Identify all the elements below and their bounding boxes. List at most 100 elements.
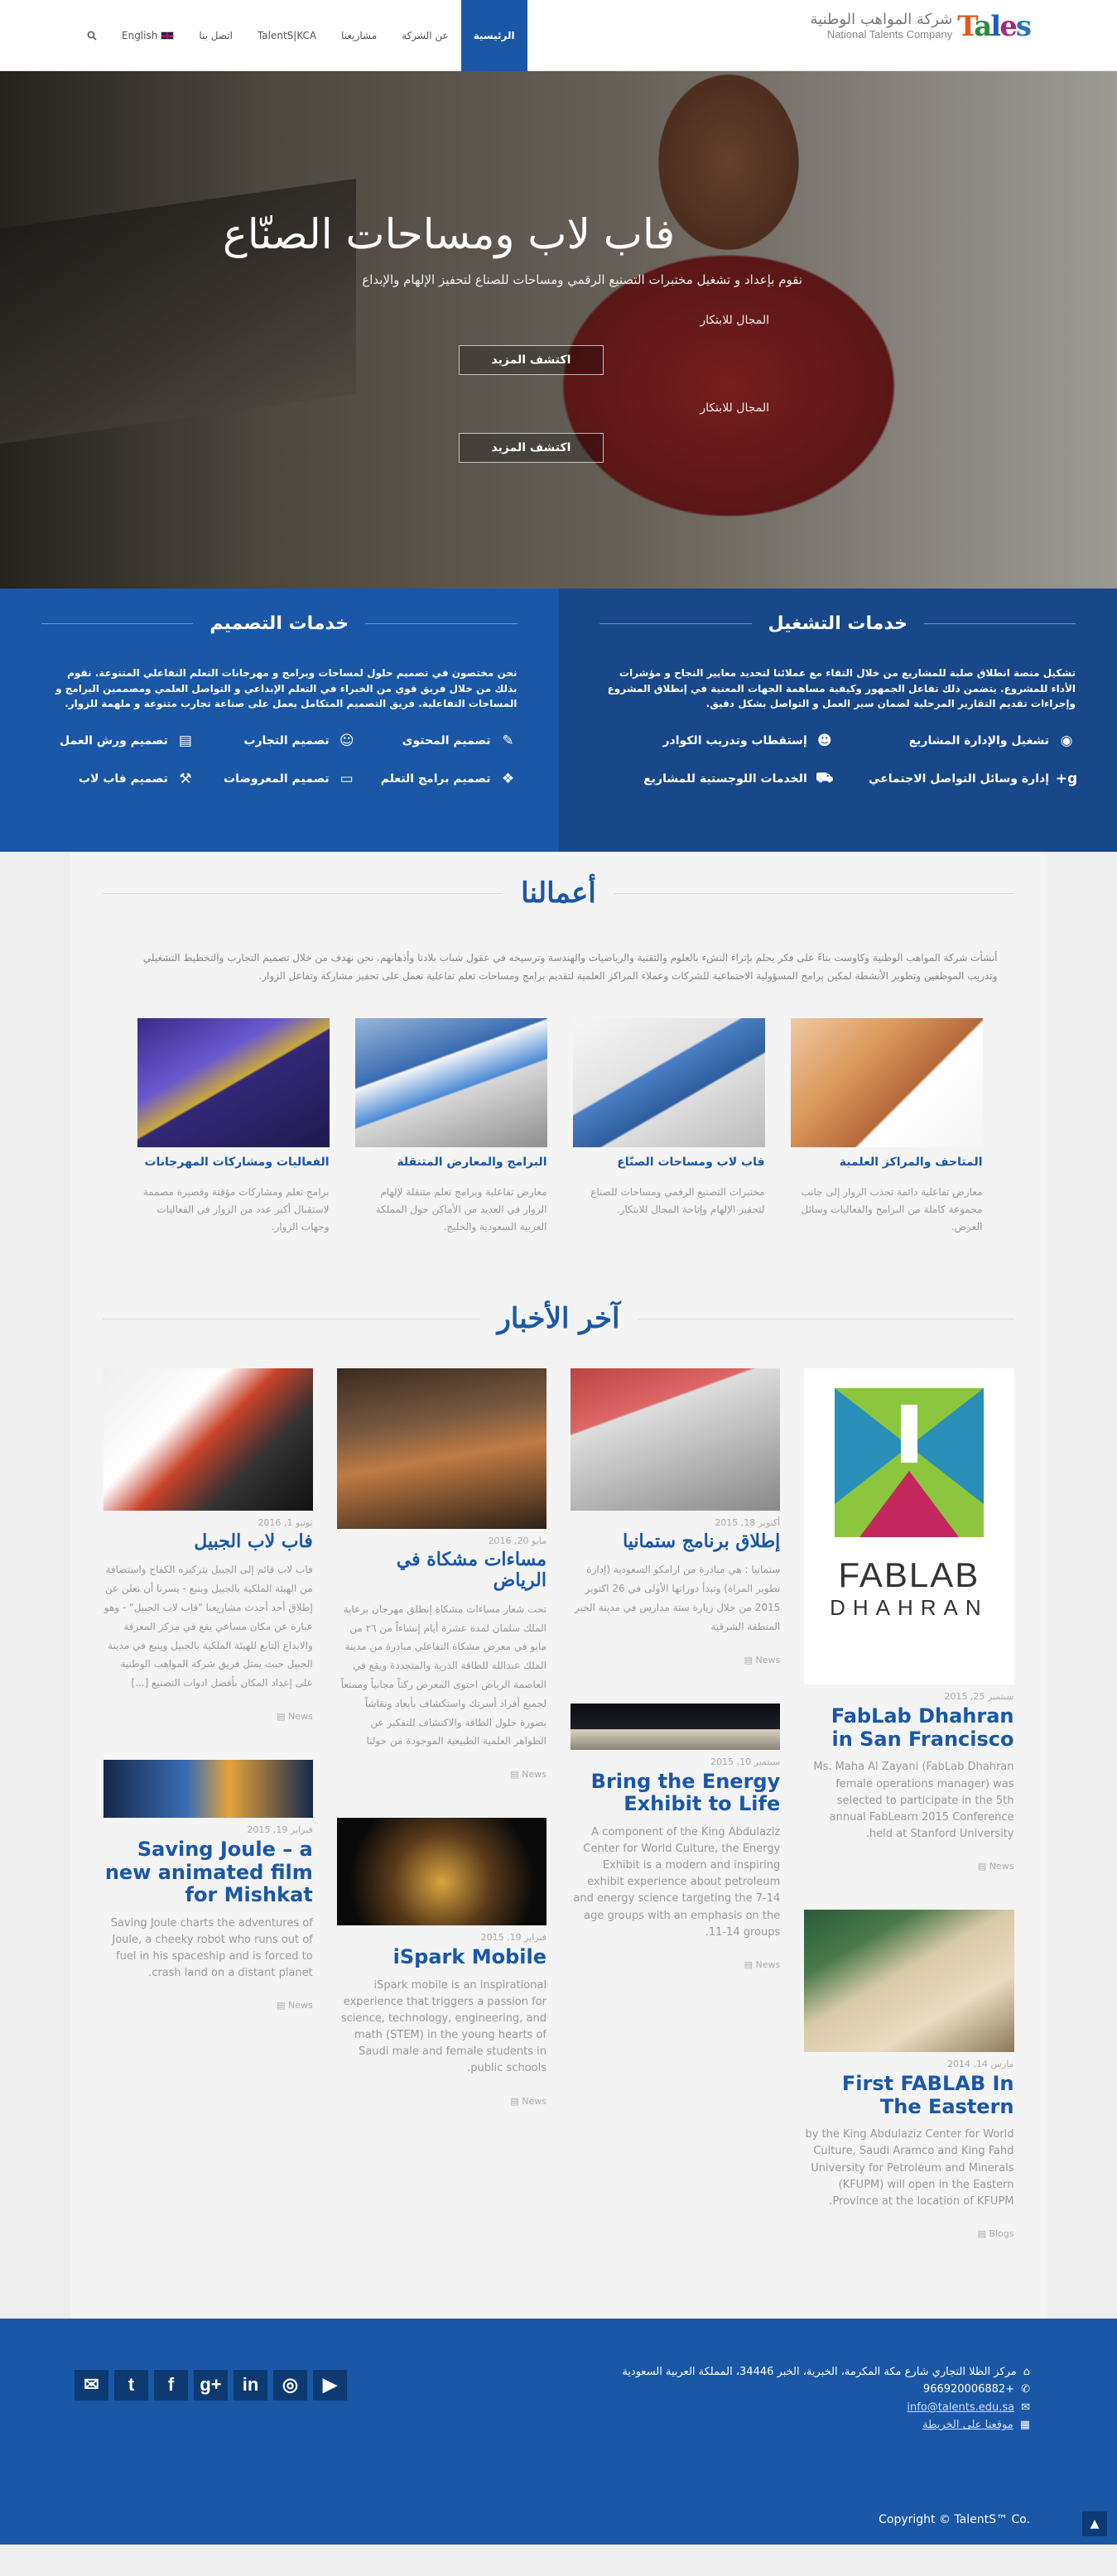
fablab-dhahran-logo[interactable]: FABLAB DHAHRAN [804, 1368, 1014, 1685]
news-category[interactable]: Blogs ▤ [804, 2228, 1014, 2239]
work-title[interactable]: فاب لاب ومساحات الصنّاع [573, 1156, 764, 1169]
nav-contact[interactable]: اتصل بنا [186, 0, 245, 71]
service-workshop-design[interactable]: ▤ تصميم ورش العمل [41, 732, 195, 750]
news-card[interactable]: FABLAB DHAHRAN سبتمبر 25, 2015 FabLab Dh… [804, 1368, 1014, 1872]
gavel-icon: ⚒ [179, 770, 192, 787]
news-date: أكتوبر 18, 2015 [715, 1517, 781, 1529]
hero-title: فاب لاب ومساحات الصنّاع [223, 210, 676, 258]
work-description: برامج تعلم ومشاركات مؤقتة وقصيرة مصممة ل… [142, 1186, 330, 1233]
operation-services: خدمات التشغيل تشكيل منصة انطلاق صلبة للم… [558, 589, 1117, 852]
facebook-icon[interactable]: f [154, 2369, 188, 2401]
news-column: مايو 20, 2016 مساءات مشكاة في الرياض تحت… [336, 1368, 546, 2277]
news-card[interactable]: مارس 14, 2014 First FABLAB In The Easter… [804, 1910, 1014, 2239]
cubes-icon: ❖ [501, 770, 515, 787]
email-icon[interactable]: ✉ [75, 2369, 108, 2401]
work-item[interactable]: فاب لاب ومساحات الصنّاع مختبرات التصنيع … [572, 1018, 765, 1236]
work-image[interactable] [354, 1018, 547, 1148]
service-learning-programs-design[interactable]: ❖ تصميم برامج التعلم [364, 770, 518, 788]
news-image[interactable] [571, 1703, 781, 1750]
service-exhibits-design[interactable]: ▭ تصميم المعروضات [203, 770, 356, 788]
service-content-design[interactable]: ✎ تصميم المحتوى [364, 732, 518, 750]
social-links: ✉ t f g+ in ◎ ▶ [75, 2369, 347, 2401]
laptop-icon: ▭ [339, 770, 354, 787]
discover-more-button-2[interactable]: اكتشف المزيد [459, 433, 604, 463]
work-image[interactable] [572, 1018, 765, 1148]
back-to-top-icon[interactable]: ▲ [1082, 2511, 1107, 2536]
service-experience-design[interactable]: ☺ تصميم التجارب [203, 732, 356, 750]
news-image[interactable] [336, 1368, 546, 1530]
service-project-operation[interactable]: ◉ تشغيل والإدارة المشاريع [842, 732, 1076, 750]
news-category[interactable]: News ▤ [571, 1959, 781, 1970]
company-logo[interactable]: Tales شركة المواهب الوطنية National Tale… [811, 10, 1032, 43]
news-title[interactable]: إطلاق برنامج ستمانيا [571, 1531, 780, 1552]
news-date: يونيو 1, 2016 [258, 1517, 313, 1529]
news-image[interactable] [103, 1760, 313, 1819]
news-title[interactable]: Saving Joule – a new animated film for M… [104, 1838, 313, 1907]
news-card[interactable]: فبراير 19, 2015 Saving Joule – a new ani… [103, 1760, 313, 2011]
news-category[interactable]: News ▤ [337, 1769, 546, 1780]
hero-field-2: المجال للابتكار [700, 401, 769, 415]
service-fablab-design[interactable]: ⚒ تصميم فاب لاب [41, 770, 195, 788]
news-title[interactable]: Bring the Energy Exhibit to Life [571, 1770, 781, 1816]
news-category[interactable]: News ▤ [337, 2096, 546, 2107]
news-image[interactable] [336, 1818, 546, 1926]
service-logistics[interactable]: ⛟ الخدمات اللوجستية للمشاريع [600, 770, 834, 788]
work-title[interactable]: المتاحف والمراكز العلمية [791, 1156, 983, 1169]
news-card[interactable]: فبراير 19, 2015 iSpark Mobile iSpark mob… [336, 1818, 546, 2107]
news-title[interactable]: FabLab Dhahran in San Francisco [804, 1704, 1014, 1751]
twitter-icon[interactable]: t [114, 2369, 148, 2401]
news-excerpt: ستمانيا : هي مبادرة من ارامكو السعودية (… [575, 1564, 781, 1632]
news-image[interactable] [103, 1368, 313, 1511]
service-social-media[interactable]: g+ إدارة وسائل التواصل الاجتماعي [842, 770, 1077, 788]
service-staff-training[interactable]: ☻ إستقطاب وتدريب الكوادر [600, 732, 834, 750]
design-services-description: نحن مختصون في تصميم حلول لمساحات وبرامج … [55, 667, 518, 710]
design-services: خدمات التصميم نحن مختصون في تصميم حلول ل… [0, 589, 559, 852]
logo-mark: Tales [957, 10, 1032, 43]
footer-phone: +966920006882 [922, 2383, 1015, 2396]
news-excerpt: تحت شعار مساءات مشكاة إنطلق مهرجان برعاي… [340, 1603, 546, 1747]
fablab-logo-mark [834, 1388, 984, 1538]
news-date: مارس 14, 2014 [947, 2059, 1014, 2070]
map-icon: ▦ [1019, 2419, 1030, 2432]
work-title[interactable]: البرامج والمعارض المتنقلة [355, 1156, 546, 1169]
instagram-icon[interactable]: ◎ [273, 2369, 307, 2401]
news-title[interactable]: iSpark Mobile [337, 1946, 546, 1969]
news-card[interactable]: يونيو 1, 2016 فاب لاب الجبيل فاب لاب قائ… [103, 1368, 313, 1722]
news-category[interactable]: News ▤ [571, 1655, 781, 1665]
news-image[interactable] [804, 1910, 1014, 2053]
news-category[interactable]: News ▤ [104, 1711, 313, 1722]
footer-email-link[interactable]: info@talents.edu.sa [907, 2399, 1014, 2416]
news-image[interactable] [571, 1368, 781, 1511]
news-category[interactable]: News ▤ [104, 2000, 313, 2011]
youtube-icon[interactable]: ▶ [313, 2369, 347, 2401]
news-title[interactable]: First FABLAB In The Eastern [804, 2072, 1014, 2118]
news-category[interactable]: News ▤ [804, 1861, 1014, 1872]
work-item[interactable]: الفعاليات ومشاركات المهرجانات برامج تعلم… [137, 1018, 330, 1236]
news-title[interactable]: مساءات مشكاة في الرياض [337, 1550, 546, 1592]
google-plus-icon[interactable]: g+ [194, 2369, 228, 2401]
nav-projects[interactable]: مشاريعنا [329, 0, 389, 71]
work-item[interactable]: البرامج والمعارض المتنقلة معارض تفاعلية … [354, 1018, 547, 1236]
nav-english[interactable]: English [109, 0, 186, 71]
news-date: فبراير 19, 2015 [480, 1932, 546, 1944]
news-card[interactable]: سبتمبر 10, 2015 Bring the Energy Exhibit… [571, 1703, 781, 1970]
news-card[interactable]: أكتوبر 18, 2015 إطلاق برنامج ستمانيا ستم… [571, 1368, 781, 1665]
footer-map-link[interactable]: موقعنا على الخريطة [922, 2416, 1013, 2434]
news-card[interactable]: مايو 20, 2016 مساءات مشكاة في الرياض تحت… [336, 1368, 546, 1780]
works-section-title: أعمالنا [521, 877, 596, 910]
work-image[interactable] [137, 1018, 330, 1148]
nav-about[interactable]: عن الشركة [389, 0, 461, 71]
logo-english-name: National Talents Company [826, 27, 953, 41]
news-column: FABLAB DHAHRAN سبتمبر 25, 2015 FabLab Dh… [804, 1368, 1014, 2277]
work-item[interactable]: المتاحف والمراكز العلمية معارض تفاعلية د… [790, 1018, 983, 1236]
discover-more-button-1[interactable]: اكتشف المزيد [459, 345, 604, 375]
linkedin-icon[interactable]: in [234, 2369, 267, 2401]
work-title[interactable]: الفعاليات ومشاركات المهرجانات [137, 1156, 329, 1169]
footer-address: مركز الظلا التجاري شارع مكة المكرمة، الخ… [622, 2365, 1017, 2378]
news-title[interactable]: فاب لاب الجبيل [104, 1531, 312, 1552]
nav-home[interactable]: الرئيسية [460, 0, 527, 71]
search-icon[interactable] [75, 0, 109, 71]
work-image[interactable] [790, 1018, 983, 1148]
nav-talents-kca[interactable]: TalentS|KCA [245, 0, 329, 71]
news-excerpt: Ms. Maha Al Zayani (FabLab Dhahran femal… [813, 1761, 1014, 1840]
